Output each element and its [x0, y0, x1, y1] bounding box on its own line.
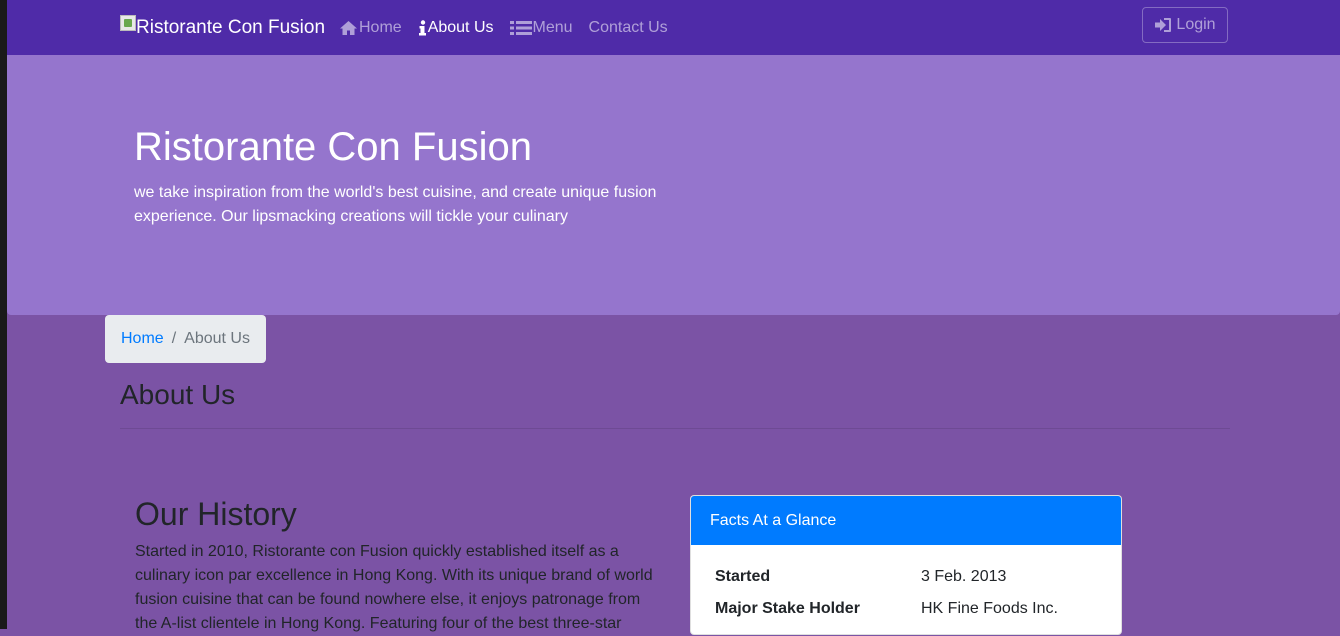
- navbar: Ristorante Con Fusion Home About Us Menu…: [7, 0, 1340, 55]
- login-button[interactable]: Login: [1142, 7, 1228, 43]
- sign-in-icon: [1155, 18, 1172, 32]
- breadcrumb-separator: /: [171, 330, 177, 347]
- list-icon: [509, 20, 532, 35]
- nav-about[interactable]: About Us: [418, 19, 494, 37]
- broken-image-icon: [120, 15, 136, 31]
- fact-term: Major Stake Holder: [715, 600, 860, 617]
- jumbotron: Ristorante Con Fusion we take inspiratio…: [7, 55, 1340, 315]
- brand-logo[interactable]: Ristorante Con Fusion: [120, 13, 325, 39]
- divider: [120, 428, 1230, 429]
- nav-contact-label: Contact Us: [588, 18, 668, 36]
- jumbotron-title: Ristorante Con Fusion: [134, 125, 532, 169]
- fact-term: Started: [715, 568, 771, 585]
- facts-card: Facts At a Glance Started 3 Feb. 2013 Ma…: [690, 495, 1122, 635]
- fact-row: Started 3 Feb. 2013: [715, 568, 1115, 600]
- nav-menu[interactable]: Menu: [509, 18, 573, 37]
- breadcrumb: Home / About Us: [105, 315, 266, 363]
- nav-links: Home About Us Menu Contact Us: [339, 0, 684, 55]
- jumbotron-tagline: we take inspiration from the world's bes…: [134, 184, 657, 225]
- nav-home[interactable]: Home: [339, 19, 402, 37]
- login-label: Login: [1176, 16, 1216, 33]
- history-text: Started in 2010, Ristorante con Fusion q…: [135, 543, 653, 632]
- page-title: About Us: [120, 379, 236, 410]
- nav-home-label: Home: [359, 18, 402, 36]
- fact-row: Major Stake Holder HK Fine Foods Inc.: [715, 600, 1115, 632]
- facts-list: Started 3 Feb. 2013 Major Stake Holder H…: [715, 568, 1115, 632]
- history-title: Our History: [135, 496, 297, 532]
- nav-menu-label: Menu: [532, 18, 573, 36]
- fact-value: 3 Feb. 2013: [921, 568, 1007, 585]
- nav-about-label: About Us: [427, 18, 494, 36]
- home-icon: [340, 20, 357, 35]
- fact-value: HK Fine Foods Inc.: [921, 600, 1058, 617]
- nav-contact[interactable]: Contact Us: [589, 19, 668, 37]
- info-icon: [418, 19, 426, 35]
- breadcrumb-home-link[interactable]: Home: [121, 330, 164, 348]
- brand-alt-text: Ristorante Con Fusion: [136, 17, 326, 38]
- breadcrumb-current: About Us: [184, 330, 250, 347]
- left-edge-bar: [0, 0, 7, 629]
- facts-card-header: Facts At a Glance: [691, 496, 1121, 545]
